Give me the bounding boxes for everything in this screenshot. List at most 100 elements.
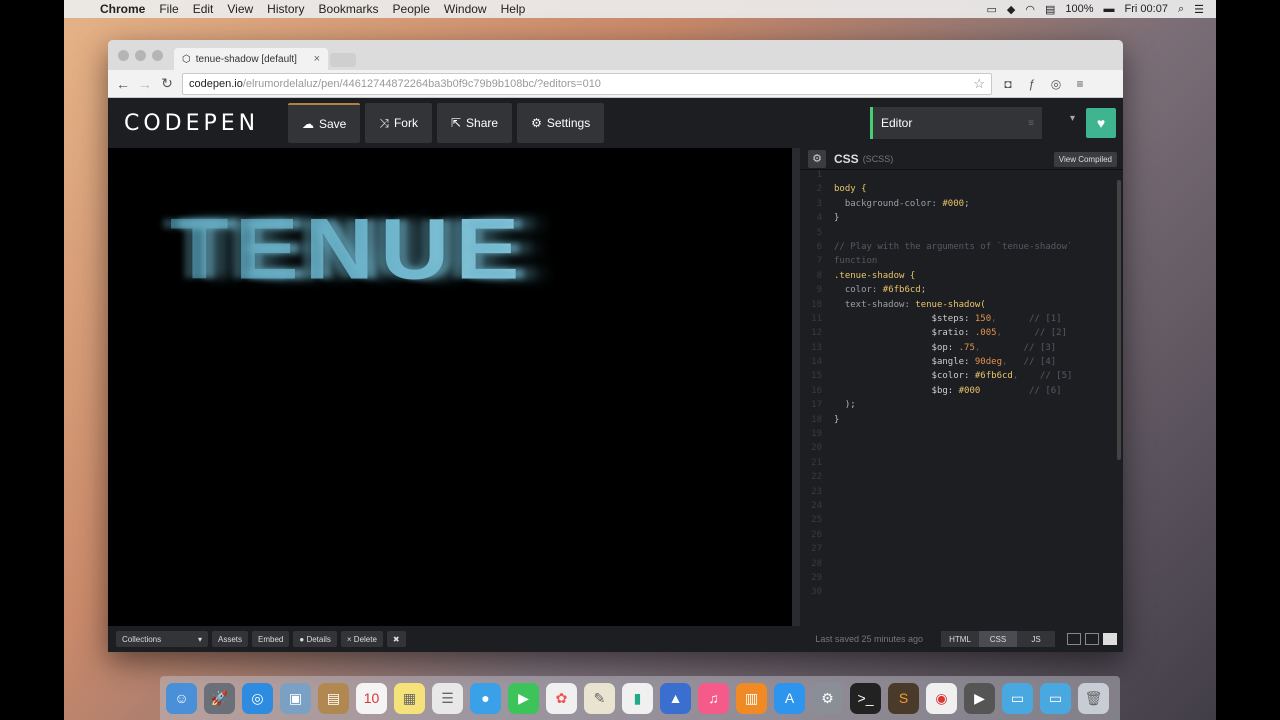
menu-edit[interactable]: Edit — [193, 2, 214, 16]
close-window-button[interactable] — [118, 50, 129, 61]
layout-top-icon[interactable] — [1085, 633, 1099, 645]
pane-resizer[interactable] — [792, 148, 800, 626]
layout-right-icon[interactable] — [1103, 633, 1117, 645]
menu-people[interactable]: People — [393, 2, 430, 16]
notes-icon[interactable]: ▦ — [394, 682, 425, 714]
downloads-folder-icon[interactable]: ▭ — [1040, 682, 1071, 714]
collections-dropdown[interactable]: Collections ▾ — [116, 631, 208, 647]
settings-button[interactable]: ⚙ Settings — [517, 103, 605, 143]
code-line: ); — [834, 400, 1072, 414]
chrome-window: ⬡ tenue-shadow [default] × ← → ↻ codepen… — [108, 40, 1123, 652]
chrome-icon[interactable]: ◉ — [926, 682, 957, 714]
forward-icon[interactable]: → — [138, 76, 152, 92]
minimize-window-button[interactable] — [135, 50, 146, 61]
code-line: color: #6fb6cd; — [834, 285, 927, 296]
chevron-down-icon[interactable]: ▾ — [1070, 113, 1075, 124]
numbers-icon[interactable]: ▮ — [622, 682, 653, 714]
details-button[interactable]: ● Details — [293, 631, 337, 647]
finder-icon[interactable]: ☺ — [166, 682, 197, 714]
fork-button[interactable]: ⤨ Fork — [365, 103, 432, 143]
shield-icon[interactable]: ◆ — [1007, 3, 1015, 16]
browser-tab[interactable]: ⬡ tenue-shadow [default] × — [174, 48, 328, 70]
share-icon: ⇱ — [450, 116, 462, 130]
pocket-icon[interactable]: ◘ — [1000, 77, 1016, 91]
save-button[interactable]: ☁ Save — [288, 103, 361, 143]
css-settings-gear-icon[interactable]: ⚙ — [808, 149, 826, 168]
messages-icon[interactable]: ● — [470, 682, 501, 714]
battery-percent[interactable]: 100% — [1065, 3, 1093, 15]
clock[interactable]: Fri 00:07 — [1125, 3, 1168, 15]
trash-icon[interactable]: 🗑 — [1078, 682, 1109, 714]
layout-left-icon[interactable] — [1067, 633, 1081, 645]
code-token: color: — [834, 285, 883, 296]
reminders-icon[interactable]: ☰ — [432, 682, 463, 714]
itunes-icon[interactable]: ♫ — [698, 682, 729, 714]
extension-icon[interactable]: ◎ — [1048, 77, 1064, 91]
tab-html[interactable]: HTML — [941, 631, 979, 647]
new-tab-button[interactable] — [330, 53, 356, 67]
calendar-icon[interactable]: 10 — [356, 682, 387, 714]
pages-icon[interactable]: ✎ — [584, 682, 615, 714]
menu-file[interactable]: File — [159, 2, 178, 16]
app-store-icon[interactable]: A — [774, 682, 805, 714]
collections-label: Collections — [122, 634, 162, 644]
menu-history[interactable]: History — [267, 2, 304, 16]
embed-button[interactable]: Embed — [252, 631, 290, 647]
fork-icon: ⤨ — [379, 115, 389, 130]
menu-bookmarks[interactable]: Bookmarks — [319, 2, 379, 16]
line-number: 30 — [811, 587, 822, 598]
tab-css[interactable]: CSS — [979, 631, 1017, 647]
preview-icon[interactable]: ▣ — [280, 682, 311, 714]
menu-help[interactable]: Help — [501, 2, 526, 16]
line-number: 21 — [811, 457, 822, 468]
chrome-menu-icon[interactable]: ≡ — [1072, 77, 1088, 91]
facetime-icon[interactable]: ▶ — [508, 682, 539, 714]
address-bar[interactable]: codepen.io /elrumordelaluz/pen/446127448… — [182, 72, 992, 95]
code-editor[interactable]: 1 2 3 4 5 6 7 8 9 10 11 12 13 14 15 16 17 18 19 20 21 22 23 24 2… — [800, 170, 1123, 626]
avatar[interactable]: ♥ — [1086, 108, 1116, 138]
photos-icon[interactable]: ✿ — [546, 682, 577, 714]
zoom-window-button[interactable] — [152, 50, 163, 61]
wifi-icon[interactable]: ◠ — [1025, 3, 1035, 16]
terminal-icon[interactable]: >_ — [850, 682, 881, 714]
css-pane-title: CSS — [834, 151, 859, 166]
back-icon[interactable]: ← — [116, 76, 130, 92]
browser-toolbar: ← → ↻ codepen.io /elrumordelaluz/pen/446… — [108, 70, 1123, 98]
close-footer-icon[interactable]: ✖ — [386, 631, 406, 647]
ibooks-icon[interactable]: ▥ — [736, 682, 767, 714]
assets-button[interactable]: Assets — [212, 631, 249, 647]
tab-js[interactable]: JS — [1017, 631, 1055, 647]
reload-icon[interactable]: ↻ — [160, 75, 174, 92]
menu-app-name[interactable]: Chrome — [100, 2, 145, 16]
display-icon[interactable]: ▭ — [987, 3, 997, 16]
editor-scrollbar[interactable] — [1117, 180, 1121, 460]
line-number: 1 — [816, 170, 822, 180]
editor-view-select[interactable]: Editor ≡ — [870, 107, 1042, 139]
codepen-header: CODEPEN ☁ Save ⤨ Fork ⇱ Share ⚙ Settings… — [108, 98, 1123, 148]
bookmark-star-icon[interactable]: ☆ — [973, 76, 985, 92]
menu-window[interactable]: Window — [444, 2, 487, 16]
notification-center-icon[interactable]: ☰ — [1194, 3, 1204, 16]
sublime-text-icon[interactable]: S — [888, 682, 919, 714]
share-button[interactable]: ⇱ Share — [436, 103, 513, 143]
applications-folder-icon[interactable]: ▭ — [1002, 682, 1033, 714]
launchpad-icon[interactable]: 🚀 — [204, 682, 235, 714]
battery-icon[interactable]: ▬ — [1104, 3, 1115, 15]
delete-button[interactable]: × Delete — [340, 631, 383, 647]
line-number: 6 — [816, 241, 822, 252]
spotlight-icon[interactable]: ⌕ — [1178, 3, 1184, 16]
code-token: } — [834, 213, 840, 224]
screenflow-icon[interactable]: ▶ — [964, 682, 995, 714]
contacts-icon[interactable]: ▤ — [318, 682, 349, 714]
keynote-icon[interactable]: ▲ — [660, 682, 691, 714]
menu-view[interactable]: View — [227, 2, 253, 16]
codepen-logo[interactable]: CODEPEN — [124, 111, 288, 136]
system-preferences-icon[interactable]: ⚙ — [812, 682, 843, 714]
view-compiled-button[interactable]: View Compiled — [1053, 152, 1117, 167]
function-icon[interactable]: ƒ — [1024, 77, 1040, 91]
close-tab-icon[interactable]: × — [314, 53, 320, 65]
share-label: Share — [466, 116, 499, 130]
safari-icon[interactable]: ◎ — [242, 682, 273, 714]
clipboard-icon[interactable]: ▤ — [1045, 3, 1055, 16]
chevron-down-icon: ▾ — [197, 634, 202, 644]
